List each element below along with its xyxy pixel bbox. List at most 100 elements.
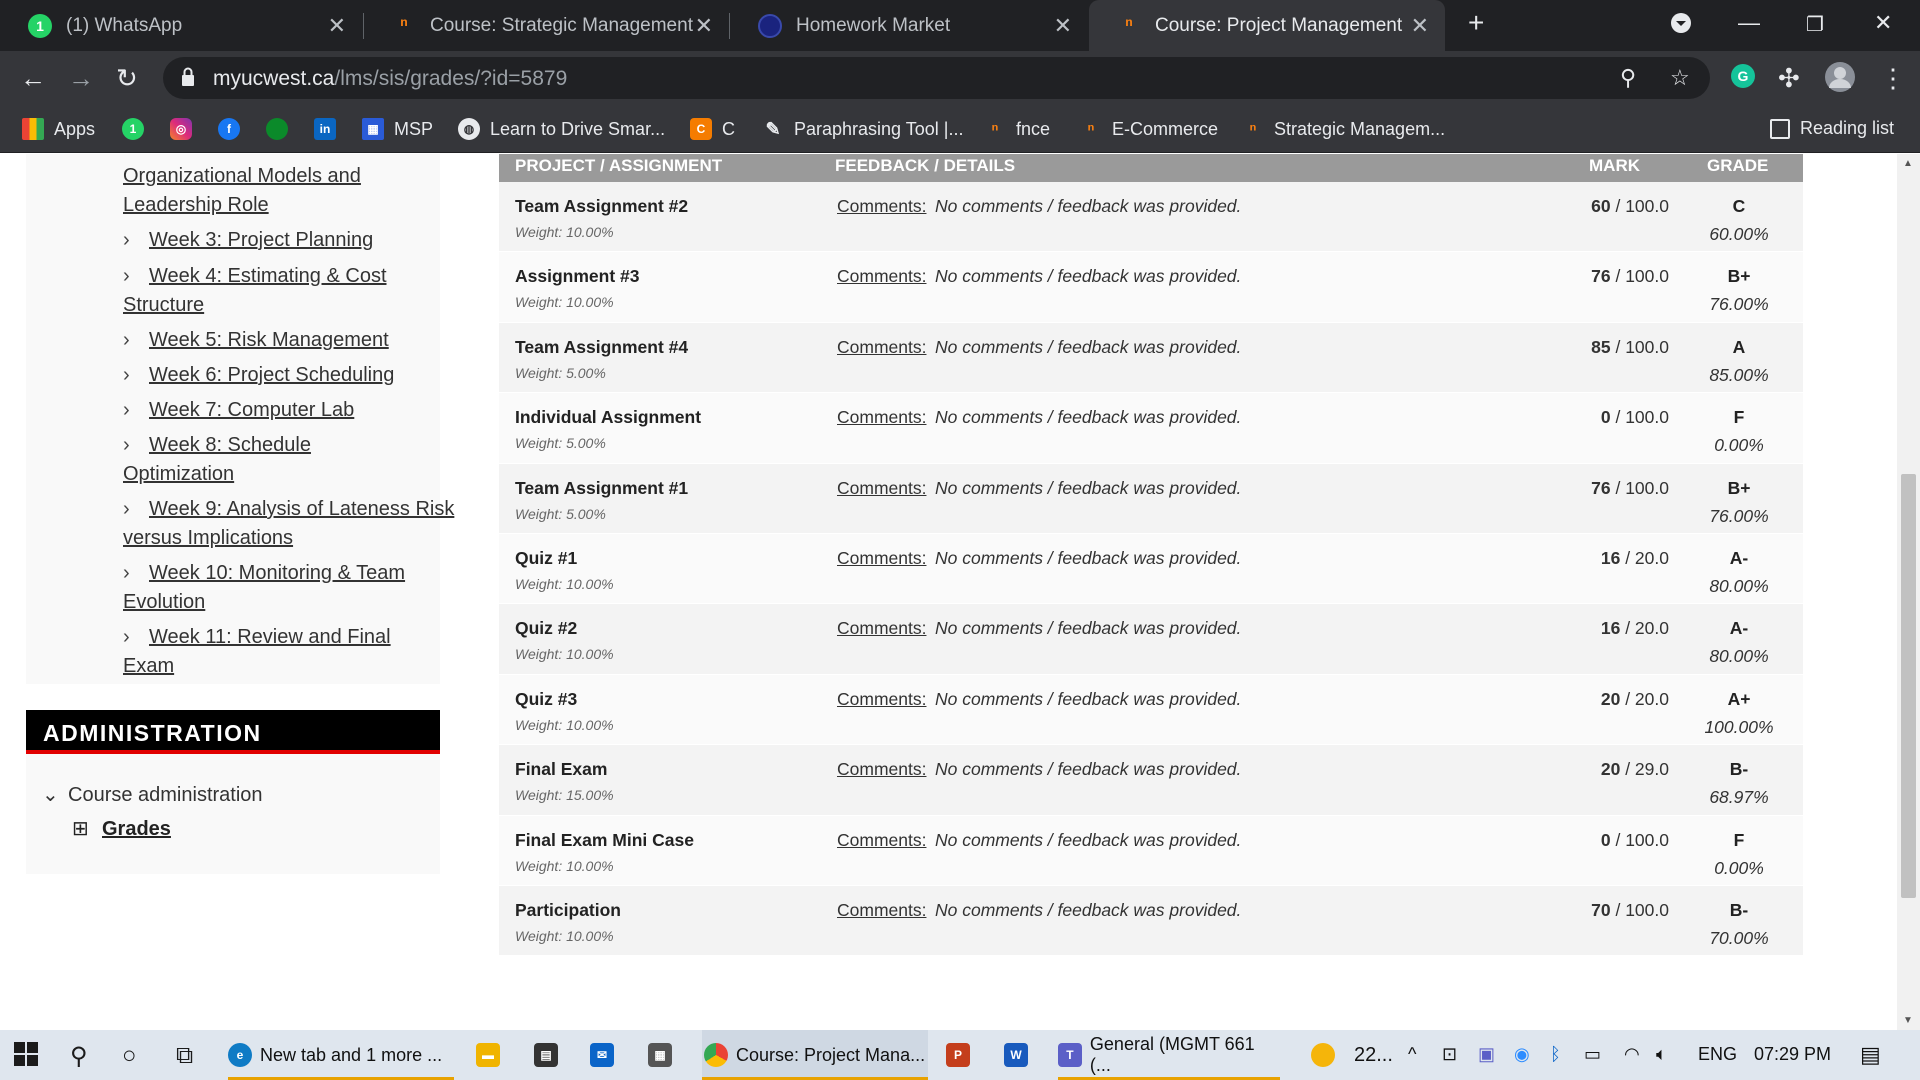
bookmark-strategic-management[interactable]: ⁿ Strategic Managem... (1242, 118, 1445, 140)
comments-link[interactable]: Comments: (837, 830, 926, 851)
comments-link[interactable]: Comments: (837, 618, 926, 639)
comment-text: No comments / feedback was provided. (935, 688, 1242, 709)
comments-link[interactable]: Comments: (837, 478, 926, 499)
task-view-icon[interactable]: ⧉ (176, 1042, 193, 1070)
comments-link[interactable]: Comments: (837, 759, 926, 780)
close-icon[interactable]: ✕ (1054, 13, 1072, 39)
cortana-icon[interactable]: ○ (122, 1042, 137, 1070)
letter-grade: A+ (1727, 688, 1751, 709)
language-indicator[interactable]: ENG (1698, 1044, 1737, 1065)
taskbar-edge[interactable]: e New tab and 1 more ... (228, 1030, 454, 1080)
bookmark-c[interactable]: C C (690, 118, 735, 140)
taskbar-calculator[interactable]: ▦ (648, 1030, 682, 1080)
address-bar[interactable]: myucwest.ca/lms/sis/grades/?id=5879 ⚲ ☆ (163, 57, 1710, 99)
menu-icon[interactable]: ⋮ (1880, 63, 1906, 94)
extensions-icon[interactable]: ✣ (1778, 63, 1800, 94)
profile-avatar[interactable] (1824, 61, 1856, 100)
sidebar-item-week-9[interactable]: › Week 9: Analysis of Lateness Risk versu… (123, 495, 463, 553)
bookmark-msp[interactable]: ▦ MSP (362, 118, 433, 140)
mark-value: 76 / 100.0 (1529, 266, 1669, 287)
grades-link[interactable]: ⊞ Grades (72, 816, 171, 841)
notifications-icon[interactable]: ▤ (1860, 1042, 1881, 1068)
page-scrollbar[interactable]: ▲ ▼ (1897, 154, 1920, 1030)
comments-link[interactable]: Comments: (837, 266, 926, 287)
comments-link[interactable]: Comments: (837, 337, 926, 358)
bookmark-instagram[interactable]: ◎ (170, 118, 202, 140)
sidebar-item-week-8[interactable]: › Week 8: Schedule Optimization (123, 431, 383, 489)
action-center-tray-icon[interactable]: ⊡ (1442, 1044, 1457, 1065)
forward-arrow-icon[interactable]: → (68, 63, 94, 94)
zoom-tray-icon[interactable]: ◉ (1514, 1044, 1530, 1065)
sidebar-item-week-11[interactable]: › Week 11: Review and Final Exam (123, 623, 423, 681)
tab-homework-market[interactable]: Homework Market ✕ (730, 0, 1088, 51)
sidebar-item-week-7[interactable]: › Week 7: Computer Lab (123, 396, 463, 425)
bluetooth-icon[interactable]: ᛒ (1550, 1044, 1561, 1065)
weather-icon[interactable] (1310, 1042, 1336, 1073)
taskbar-file-explorer[interactable]: ▬ (476, 1030, 510, 1080)
chevron-up-icon[interactable]: ^ (1408, 1044, 1416, 1065)
sidebar-item-week-5[interactable]: › Week 5: Risk Management (123, 326, 463, 355)
page-content: Organizational Models and Leadership Rol… (0, 154, 1920, 1030)
volume-icon[interactable]: 🔈︎ (1656, 1044, 1667, 1065)
scroll-up-arrow-icon[interactable]: ▲ (1903, 158, 1913, 169)
restore-button[interactable]: ❐ (1806, 12, 1824, 37)
minimize-button[interactable]: — (1738, 10, 1760, 36)
reading-list-button[interactable]: Reading list (1770, 118, 1894, 139)
bookmark-green-circle[interactable] (266, 118, 298, 140)
close-icon[interactable]: ✕ (328, 13, 346, 39)
tab-strategic-management[interactable]: ⁿ Course: Strategic Management ✕ (364, 0, 729, 51)
close-icon[interactable]: ✕ (1411, 13, 1429, 39)
bookmark-whatsapp[interactable]: 1 (122, 118, 154, 140)
bookmark-linkedin[interactable]: in (314, 118, 346, 140)
comments-link[interactable]: Comments: (837, 196, 926, 217)
weather-temp[interactable]: 22... (1354, 1044, 1393, 1067)
search-icon[interactable]: ⚲ (70, 1042, 88, 1071)
taskbar-powerpoint[interactable]: P (946, 1030, 980, 1080)
reload-icon[interactable]: ↻ (116, 63, 138, 94)
comments-link[interactable]: Comments: (837, 548, 926, 569)
teams-tray-icon[interactable]: ▣ (1478, 1044, 1495, 1065)
facebook-icon: f (218, 118, 240, 140)
sidebar-item-week-4[interactable]: › Week 4: Estimating & Cost Structure (123, 262, 463, 320)
windows-start-icon[interactable] (14, 1042, 38, 1073)
comments-link[interactable]: Comments: (837, 900, 926, 921)
scroll-down-arrow-icon[interactable]: ▼ (1903, 1015, 1913, 1026)
course-administration-toggle[interactable]: ⌄ Course administration (42, 782, 263, 807)
sidebar-item-week-6[interactable]: › Week 6: Project Scheduling (123, 361, 463, 390)
close-window-button[interactable]: ✕ (1874, 10, 1892, 36)
new-tab-button[interactable]: + (1468, 7, 1484, 39)
bookmark-fnce[interactable]: ⁿ fnce (984, 118, 1050, 140)
mark-score: 85 (1591, 336, 1611, 357)
mark-score: 0 (1600, 407, 1611, 428)
close-icon[interactable]: ✕ (695, 13, 713, 39)
zoom-icon[interactable]: ⚲ (1620, 65, 1636, 91)
table-row: Final Exam Weight: 15.00% Comments: No comm… (499, 745, 1803, 816)
star-icon[interactable]: ☆ (1670, 65, 1690, 91)
bookmark-facebook[interactable]: f (218, 118, 250, 140)
tab-project-management[interactable]: ⁿ Course: Project Management ✕ (1089, 0, 1445, 51)
taskbar-word[interactable]: W (1004, 1030, 1038, 1080)
assignment-name: Team Assignment #4 (515, 336, 689, 357)
back-arrow-icon[interactable]: ← (20, 63, 46, 94)
scrollbar-thumb[interactable] (1901, 474, 1916, 898)
taskbar-chrome[interactable]: Course: Project Mana... (702, 1030, 928, 1080)
tab-search-icon[interactable] (1670, 12, 1692, 40)
bookmark-apps[interactable]: Apps (22, 118, 95, 140)
bookmark-learn-to-drive[interactable]: ◍ Learn to Drive Smar... (458, 118, 665, 140)
taskbar-mail[interactable]: ✉ (590, 1030, 624, 1080)
comment-text: No comments / feedback was provided. (935, 759, 1242, 780)
taskbar-store[interactable]: ▤ (534, 1030, 568, 1080)
sidebar-item-week-2[interactable]: Organizational Models and Leadership Rol… (123, 162, 443, 220)
sidebar-item-week-10[interactable]: › Week 10: Monitoring & Team Evolution (123, 559, 463, 617)
comments-link[interactable]: Comments: (837, 407, 926, 428)
bookmark-e-commerce[interactable]: ⁿ E-Commerce (1080, 118, 1218, 140)
taskbar-teams[interactable]: T General (MGMT 661 (... (1058, 1030, 1280, 1080)
clock[interactable]: 07:29 PM (1754, 1044, 1831, 1065)
grammarly-icon[interactable]: G (1730, 63, 1756, 96)
tab-whatsapp[interactable]: 1 (1) WhatsApp ✕ (0, 0, 362, 51)
comments-link[interactable]: Comments: (837, 689, 926, 710)
battery-icon[interactable]: ▭ (1584, 1044, 1601, 1065)
bookmark-paraphrasing[interactable]: ✎ Paraphrasing Tool |... (762, 118, 963, 140)
sidebar-item-week-3[interactable]: › Week 3: Project Planning (123, 226, 463, 255)
wifi-icon[interactable]: ◠ (1624, 1044, 1640, 1065)
